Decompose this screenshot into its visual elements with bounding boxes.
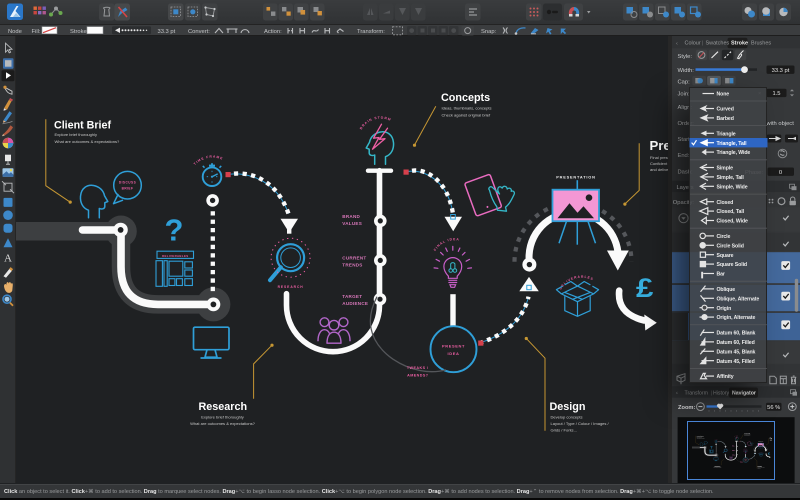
svg-text:RESEARCH: RESEARCH xyxy=(278,285,304,289)
svg-text:and deliverables: and deliverables xyxy=(650,167,668,172)
svg-text:Width:: Width: xyxy=(678,68,695,74)
svg-text:Square Solid: Square Solid xyxy=(716,262,747,268)
svg-text:TIME FRAME: TIME FRAME xyxy=(193,155,224,166)
svg-text:TARGET: TARGET xyxy=(342,294,362,299)
svg-text:Explore brief thoroughly: Explore brief thoroughly xyxy=(201,415,244,420)
svg-text:Snap:: Snap: xyxy=(481,29,497,35)
svg-text:Closed: Closed xyxy=(716,200,733,206)
svg-text:Transform:: Transform: xyxy=(357,29,385,35)
svg-text:IDEA: IDEA xyxy=(448,351,460,356)
svg-text:Concepts: Concepts xyxy=(441,92,490,104)
svg-text:What are outcomes & expectatio: What are outcomes & expectations? xyxy=(190,421,256,426)
svg-text:33.3 pt: 33.3 pt xyxy=(158,29,176,35)
svg-text:Layout / Type / Colour / Image: Layout / Type / Colour / Images / xyxy=(550,421,609,426)
svg-text:Circle Solid: Circle Solid xyxy=(716,243,743,249)
svg-text:Style:: Style: xyxy=(678,54,693,60)
svg-text:0: 0 xyxy=(779,170,782,176)
svg-text:A: A xyxy=(4,253,12,265)
svg-text:Action:: Action: xyxy=(264,29,282,35)
svg-text:with object: with object xyxy=(765,121,794,127)
svg-text:PRESENT: PRESENT xyxy=(442,344,465,349)
svg-text:Triangle, Tall: Triangle, Tall xyxy=(716,141,747,147)
svg-text:Square: Square xyxy=(716,253,733,259)
svg-text:Grids / Fonts...: Grids / Fonts... xyxy=(550,428,576,433)
svg-text:Navigator: Navigator xyxy=(732,391,756,397)
svg-text:VALUES: VALUES xyxy=(342,221,362,226)
svg-text:Stroke: Stroke xyxy=(731,41,748,47)
svg-text:|: | xyxy=(702,41,703,47)
svg-text:Oblique, Alternate: Oblique, Alternate xyxy=(716,296,759,302)
svg-text:?: ? xyxy=(165,213,184,248)
svg-text:PRESENTATION: PRESENTATION xyxy=(556,175,595,180)
svg-text:Check against original brief: Check against original brief xyxy=(441,113,491,118)
svg-text:Triangle, Wide: Triangle, Wide xyxy=(716,150,750,156)
svg-text:Affinity: Affinity xyxy=(716,374,733,380)
svg-text:Zoom:: Zoom: xyxy=(678,405,695,411)
svg-text:Triangle: Triangle xyxy=(716,131,735,137)
svg-text:Barbed: Barbed xyxy=(716,116,733,122)
svg-text:Closed, Tall: Closed, Tall xyxy=(716,209,744,215)
svg-text:Client Brief: Client Brief xyxy=(54,120,111,132)
svg-text:Develop concepts: Develop concepts xyxy=(550,415,582,420)
svg-text:Design: Design xyxy=(549,401,585,413)
svg-text:Colour: Colour xyxy=(685,41,701,47)
svg-text:DELIVERABLES: DELIVERABLES xyxy=(162,254,188,258)
svg-text:Ideas, thumbnails, concepts: Ideas, thumbnails, concepts xyxy=(441,106,491,111)
svg-text:‹: ‹ xyxy=(676,391,678,397)
svg-text:History: History xyxy=(713,391,730,397)
svg-text:Datum 60, Blank: Datum 60, Blank xyxy=(716,331,755,337)
svg-text:BRAND: BRAND xyxy=(342,214,360,219)
svg-text:Simple, Tall: Simple, Tall xyxy=(716,175,744,181)
svg-text:Closed, Wide: Closed, Wide xyxy=(716,219,748,225)
svg-text:£: £ xyxy=(636,275,653,304)
svg-text:Brushes: Brushes xyxy=(751,41,771,47)
svg-text:Explore brief thoroughly: Explore brief thoroughly xyxy=(55,132,98,137)
svg-text:Presentation: Presentation xyxy=(649,138,667,153)
svg-text:Circle: Circle xyxy=(716,234,730,240)
svg-text:56 %: 56 % xyxy=(767,405,780,411)
svg-text:Confident in your concepts: Confident in your concepts xyxy=(650,161,668,166)
svg-text:Oblique: Oblique xyxy=(716,287,735,293)
svg-text:TWEAKS /: TWEAKS / xyxy=(407,366,429,370)
svg-text:Origin, Alternate: Origin, Alternate xyxy=(716,315,755,321)
svg-text:Datum 45, Filled: Datum 45, Filled xyxy=(716,359,754,365)
svg-text:TRENDS: TRENDS xyxy=(342,263,362,268)
svg-text:Curved: Curved xyxy=(716,107,733,113)
svg-text:‹: ‹ xyxy=(676,41,678,47)
svg-text:Convert:: Convert: xyxy=(188,29,210,35)
svg-text:DISCUSS: DISCUSS xyxy=(119,181,136,185)
svg-text:Node: Node xyxy=(8,29,22,35)
svg-text:1.5: 1.5 xyxy=(772,91,780,97)
svg-text:What are outcomes & expectatio: What are outcomes & expectations? xyxy=(55,139,121,144)
svg-text:DELIVERABLES: DELIVERABLES xyxy=(558,275,594,291)
svg-text:Bar: Bar xyxy=(716,272,724,278)
svg-text:Stroke:: Stroke: xyxy=(70,29,89,35)
svg-text:Fill:: Fill: xyxy=(32,29,41,35)
svg-text:Datum 45, Blank: Datum 45, Blank xyxy=(716,349,755,355)
svg-text:Final presentation to client: Final presentation to client xyxy=(650,155,668,160)
svg-text:BRIEF: BRIEF xyxy=(122,187,134,191)
svg-text:Research: Research xyxy=(199,401,248,413)
svg-text:Swatches: Swatches xyxy=(706,41,730,47)
svg-text:Datum 60, Filled: Datum 60, Filled xyxy=(716,340,754,346)
svg-text:Cap:: Cap: xyxy=(678,80,691,86)
svg-text:End:: End: xyxy=(678,153,690,159)
svg-text:Origin: Origin xyxy=(716,306,731,312)
svg-text:Simple: Simple xyxy=(716,166,733,172)
svg-text:Transform: Transform xyxy=(685,391,708,397)
svg-text:33.3 pt: 33.3 pt xyxy=(772,68,790,74)
svg-text:Simple, Wide: Simple, Wide xyxy=(716,184,747,190)
svg-text:None: None xyxy=(716,92,729,98)
svg-text:CURRENT: CURRENT xyxy=(342,256,366,261)
svg-text:AMENDS?: AMENDS? xyxy=(407,374,429,378)
svg-text:AUDIENCE: AUDIENCE xyxy=(342,301,368,306)
